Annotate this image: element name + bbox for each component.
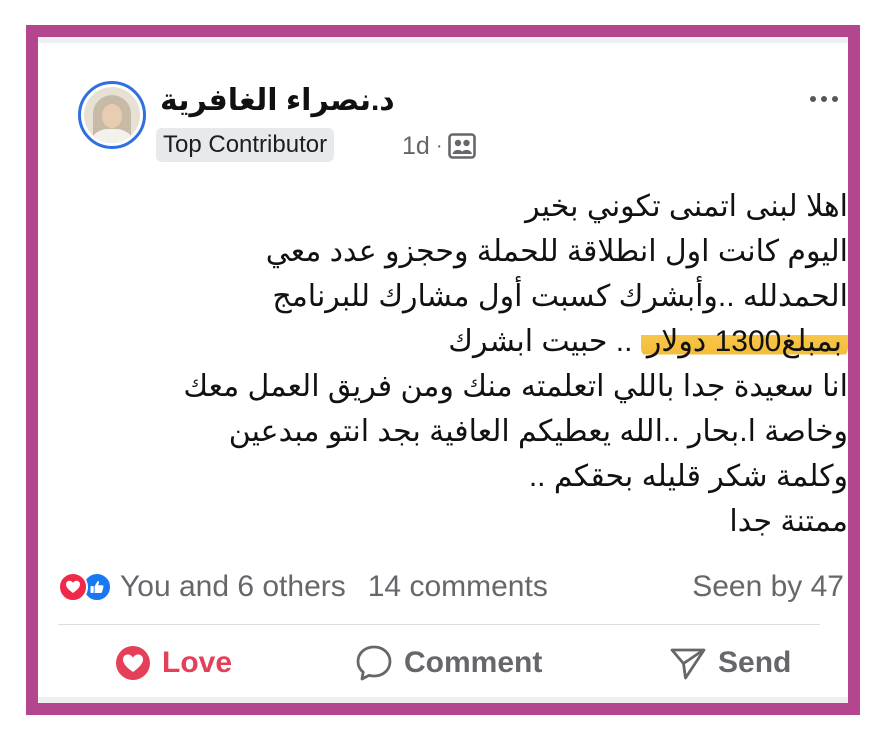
post-line: وكلمة شكر قليله بحقكم .. <box>528 460 848 493</box>
stats-divider <box>58 624 820 625</box>
post-line: اهلا لبنى اتمنى تكوني بخير <box>525 190 848 223</box>
action-bar: Love Comment Send <box>58 635 844 691</box>
top-contributor-badge[interactable]: Top Contributor <box>156 128 335 162</box>
love-label: Love <box>162 646 233 679</box>
send-button[interactable]: Send <box>668 635 791 691</box>
post-body: اهلا لبنى اتمنى تكوني بخير اليوم كانت او… <box>68 184 848 544</box>
post-line: الحمدلله ..وأبشرك كسبت أول مشارك للبرنام… <box>272 280 848 313</box>
reaction-icons[interactable] <box>58 572 112 602</box>
comment-bubble-icon <box>356 645 392 681</box>
more-dot-icon <box>832 96 838 102</box>
more-dot-icon <box>810 96 816 102</box>
post-line: ممتنة جدا <box>729 505 848 538</box>
love-button[interactable]: Love <box>114 635 232 691</box>
comment-button[interactable]: Comment <box>354 635 542 691</box>
love-react-icon <box>58 572 88 602</box>
frame-top-edge <box>38 37 848 43</box>
post-line-rest: .. حبيت ابشرك <box>448 325 641 358</box>
comment-label: Comment <box>404 646 543 679</box>
author-name[interactable]: د.نصراء الغافرية <box>160 81 480 121</box>
post-line: اليوم كانت اول انطلاقة للحملة وحجزو عدد … <box>265 235 848 268</box>
author-avatar[interactable] <box>78 81 146 149</box>
send-label: Send <box>718 646 792 679</box>
post-stats: You and 6 others 14 comments Seen by 47 <box>58 565 844 609</box>
frame-bottom-edge <box>38 697 848 703</box>
reaction-summary[interactable]: You and 6 others <box>120 570 346 604</box>
post-line-highlighted: بمبلغ1300 دولار .. حبيت ابشرك <box>68 319 848 364</box>
post-line: وخاصة ا.بحار ..الله يعطيكم العافية بجد ا… <box>228 415 848 448</box>
friends-audience-icon[interactable] <box>448 133 477 159</box>
avatar-photo <box>84 87 140 143</box>
post-meta: 1d · <box>402 129 477 163</box>
comment-count[interactable]: 14 comments <box>368 570 548 604</box>
post-time[interactable]: 1d <box>402 132 430 161</box>
post-line: انا سعيدة جدا باللي اتعلمته منك ومن فريق… <box>183 370 848 403</box>
more-options-button[interactable] <box>804 87 844 111</box>
send-icon <box>670 648 706 680</box>
seen-count[interactable]: Seen by 47 <box>692 570 844 604</box>
love-icon <box>116 646 150 680</box>
meta-separator: · <box>435 134 443 157</box>
highlighted-amount: بمبلغ1300 دولار <box>640 325 848 358</box>
more-dot-icon <box>821 96 827 102</box>
post-card-frame: د.نصراء الغافرية Top Contributor 1d · اه… <box>26 25 860 715</box>
